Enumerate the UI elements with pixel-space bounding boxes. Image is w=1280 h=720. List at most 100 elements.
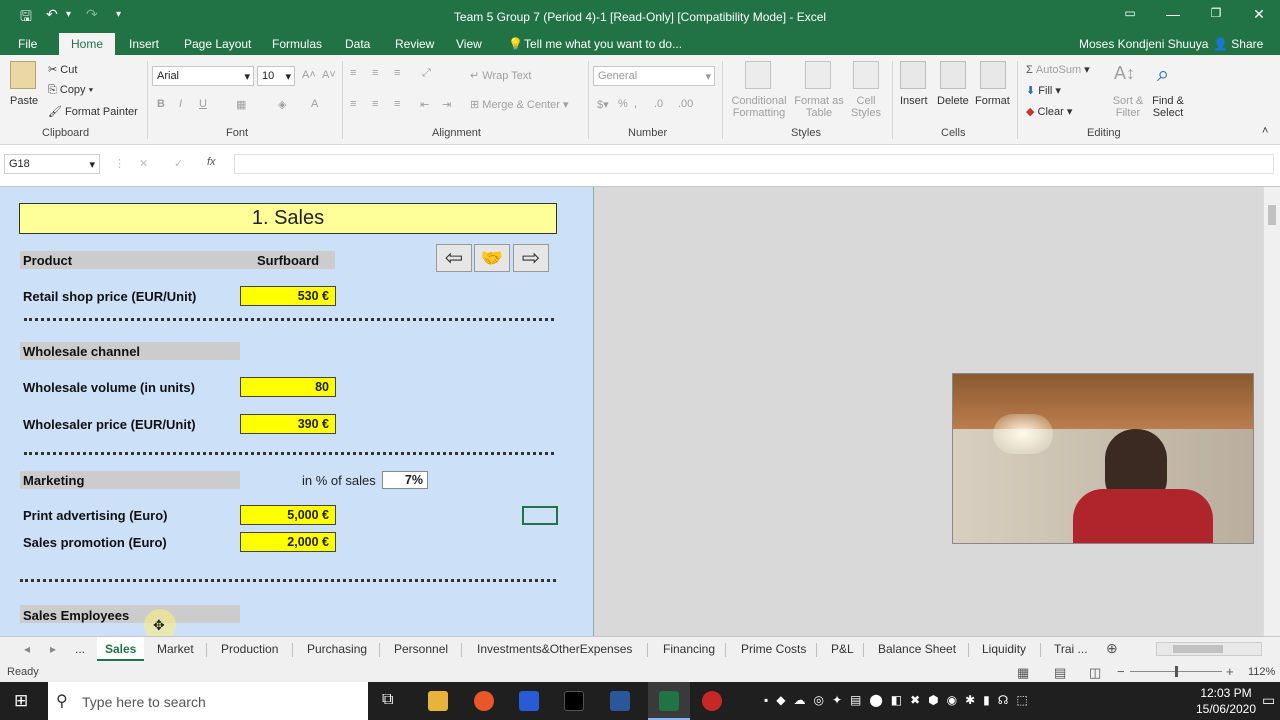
maximize-button[interactable]: ❐ (1206, 6, 1226, 20)
file-explorer-icon[interactable] (428, 691, 448, 711)
normal-view-icon[interactable]: ▦ (1017, 665, 1029, 681)
format-painter-button[interactable]: 🖌 Format Painter (48, 105, 138, 118)
windows-start-icon[interactable]: ⊞ (14, 691, 28, 711)
number-format-select[interactable]: General ▾ (593, 66, 715, 86)
more-tabs-left[interactable]: ... (75, 642, 85, 656)
percent-icon[interactable]: % (618, 98, 628, 110)
sheet-tab-investments[interactable]: Investments&OtherExpenses (477, 642, 632, 656)
zoom-slider-thumb[interactable] (1175, 666, 1178, 677)
align-center-icon[interactable]: ≡ (372, 98, 378, 110)
scrollbar-thumb[interactable] (1268, 205, 1276, 225)
align-left-icon[interactable]: ≡ (350, 98, 356, 110)
next-sheet-button[interactable]: ⇨ (513, 244, 549, 272)
insert-button[interactable]: Insert (900, 95, 928, 107)
taskbar-search-box[interactable]: ⚲ Type here to search (48, 682, 368, 720)
scroll-tabs-left-icon[interactable]: ◂ (24, 642, 30, 656)
print-advertising-cell[interactable]: 5,000 € (240, 505, 336, 525)
task-view-icon[interactable]: ⧉ (382, 691, 393, 709)
sheet-tab-production[interactable]: Production (221, 642, 278, 656)
minimize-button[interactable]: — (1163, 6, 1183, 22)
firefox-icon[interactable] (474, 691, 494, 711)
cut-button[interactable]: ✂ Cut (48, 63, 77, 76)
delete-cells-icon[interactable] (940, 61, 966, 89)
sheet-tab-liquidity[interactable]: Liquidity (982, 642, 1026, 656)
conditional-formatting-button[interactable]: Conditional Formatting (729, 95, 789, 119)
find-select-button[interactable]: Find & Select (1148, 95, 1188, 119)
scrollbar-thumb[interactable] (1173, 645, 1223, 653)
merge-center-button[interactable]: ⊞ Merge & Center ▾ (470, 98, 569, 111)
tab-file[interactable]: File (18, 37, 37, 51)
sheet-tab-financing[interactable]: Financing (663, 642, 715, 656)
clock-date[interactable]: 15/06/2020 (1195, 702, 1257, 716)
cell-styles-icon[interactable] (853, 61, 879, 89)
selected-cell-g18[interactable] (522, 506, 558, 525)
sheet-tab-prime-costs[interactable]: Prime Costs (741, 642, 806, 656)
sort-filter-icon[interactable]: A↕ (1114, 63, 1135, 84)
retail-price-cell[interactable]: 530 € (240, 286, 336, 306)
scroll-tabs-right-icon[interactable]: ▸ (50, 642, 56, 656)
top-align-icon[interactable]: ≡ (350, 67, 356, 79)
page-break-view-icon[interactable]: ◫ (1089, 665, 1101, 681)
user-name[interactable]: Moses Kondjeni Shuuya (1079, 37, 1208, 51)
app-icon[interactable] (519, 691, 539, 711)
decrease-decimal-icon[interactable]: .00 (678, 98, 693, 110)
sheet-tab-personnel[interactable]: Personnel (394, 642, 448, 656)
bold-icon[interactable]: B (157, 98, 165, 110)
more-tabs-right[interactable]: Trai ... (1054, 642, 1088, 656)
previous-sheet-button[interactable]: ⇦ (436, 244, 472, 272)
magnifier-icon[interactable]: ⌕ (1157, 61, 1169, 87)
underline-icon[interactable]: U (199, 98, 207, 110)
sheet-tab-purchasing[interactable]: Purchasing (307, 642, 367, 656)
tab-review[interactable]: Review (395, 37, 434, 51)
fill-color-icon[interactable]: ◈ (278, 98, 286, 111)
borders-icon[interactable]: ▦ (236, 98, 246, 111)
format-as-table-button[interactable]: Format as Table (792, 95, 846, 119)
sheet-tab-sales[interactable]: Sales (97, 637, 145, 661)
name-box[interactable]: G18 ▾ (4, 154, 100, 174)
delete-button[interactable]: Delete (937, 95, 969, 107)
format-button[interactable]: Format (975, 95, 1010, 107)
wholesale-volume-cell[interactable]: 80 (240, 377, 336, 397)
tab-view[interactable]: View (456, 37, 482, 51)
tab-formulas[interactable]: Formulas (272, 37, 322, 51)
paste-button[interactable]: Paste (10, 95, 38, 107)
fill-button[interactable]: ⬇ Fill ▾ (1026, 84, 1061, 97)
middle-align-icon[interactable]: ≡ (372, 67, 378, 79)
page-layout-view-icon[interactable]: ▤ (1054, 665, 1066, 681)
comma-icon[interactable]: , (634, 98, 637, 110)
bottom-align-icon[interactable]: ≡ (394, 67, 400, 79)
font-name-select[interactable]: Arial ▾ (152, 66, 254, 86)
terminal-icon[interactable] (564, 691, 584, 711)
insert-function-icon[interactable]: fx (207, 156, 216, 168)
increase-indent-icon[interactable]: ⇥ (442, 98, 451, 111)
word-icon[interactable] (610, 691, 630, 711)
cancel-entry-icon[interactable]: ✕ (139, 157, 148, 170)
decrease-indent-icon[interactable]: ⇤ (420, 98, 429, 111)
collapse-ribbon-icon[interactable]: ˄ (1262, 125, 1268, 137)
format-cells-icon[interactable] (980, 61, 1006, 89)
increase-decimal-icon[interactable]: .0 (654, 98, 663, 110)
sales-promotion-cell[interactable]: 2,000 € (240, 532, 336, 552)
font-color-icon[interactable]: A (311, 98, 318, 110)
excel-taskbar-button[interactable] (648, 682, 690, 720)
wholesaler-price-cell[interactable]: 390 € (240, 414, 336, 434)
orientation-icon[interactable]: ⤢ (422, 67, 431, 80)
horizontal-scrollbar[interactable] (1156, 642, 1262, 656)
align-right-icon[interactable]: ≡ (394, 98, 400, 110)
tab-home[interactable]: Home (59, 33, 116, 55)
decrease-font-icon[interactable]: A˅ (322, 69, 336, 81)
add-sheet-icon[interactable]: ⊕ (1106, 640, 1118, 657)
confirm-entry-icon[interactable]: ✓ (174, 157, 183, 170)
paste-icon[interactable] (10, 61, 36, 89)
clock-time[interactable]: 12:03 PM (1198, 686, 1254, 700)
sort-filter-button[interactable]: Sort & Filter (1110, 95, 1146, 119)
home-button[interactable]: 🤝 (474, 244, 510, 272)
copy-button[interactable]: ⎘ Copy ▾ (48, 84, 93, 97)
accounting-format-icon[interactable]: $▾ (597, 98, 609, 111)
close-button[interactable]: ✕ (1249, 6, 1269, 23)
zoom-level[interactable]: 112% (1248, 666, 1275, 678)
tab-insert[interactable]: Insert (129, 37, 159, 51)
cell-styles-button[interactable]: Cell Styles (845, 95, 887, 119)
tab-data[interactable]: Data (345, 37, 370, 51)
font-size-select[interactable]: 10 ▾ (257, 66, 295, 86)
